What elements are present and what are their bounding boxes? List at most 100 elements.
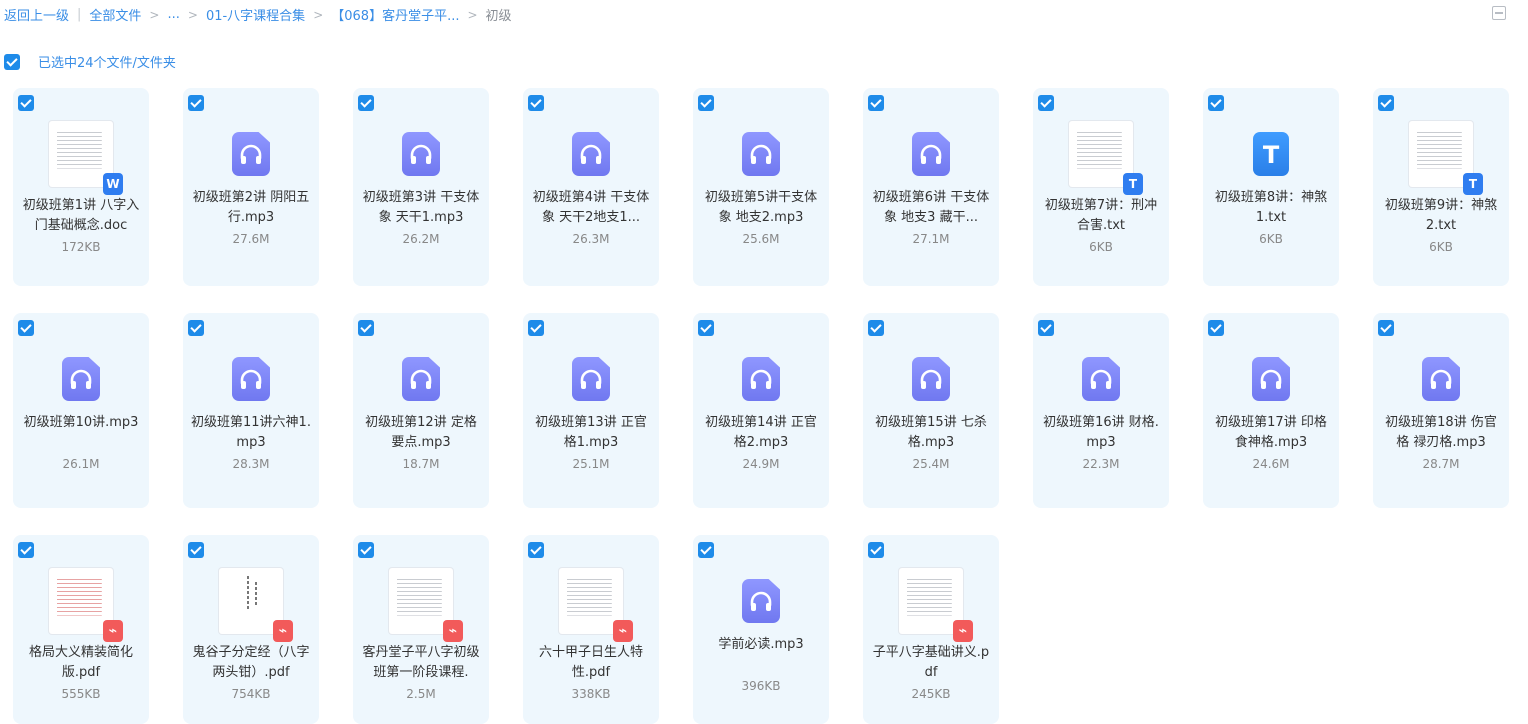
file-card[interactable]: 初级班第4讲 干支体象 天干2地支1... 26.3M <box>523 88 659 286</box>
file-checkbox[interactable] <box>528 542 544 558</box>
file-checkbox[interactable] <box>698 542 714 558</box>
file-checkbox[interactable] <box>188 320 204 336</box>
file-name: 初级班第18讲 伤官格 禄刃格.mp3 <box>1385 415 1497 450</box>
breadcrumb-current: 初级 <box>485 9 512 24</box>
file-checkbox[interactable] <box>1378 320 1394 336</box>
file-size: 2.5M <box>406 687 436 701</box>
file-checkbox[interactable] <box>868 542 884 558</box>
file-checkbox[interactable] <box>358 320 374 336</box>
file-card[interactable]: 初级班第11讲六神1.mp3 28.3M <box>183 313 319 508</box>
file-name: 初级班第10讲.mp3 <box>23 415 139 430</box>
top-bar: 返回上一级 | 全部文件 > ... > 01-八字课程合集 > 【068】客丹… <box>0 0 1528 30</box>
chevron-right-icon: > <box>187 7 198 22</box>
back-link[interactable]: 返回上一级 <box>4 5 69 24</box>
file-name: 初级班第15讲 七杀格.mp3 <box>875 415 987 450</box>
chevron-right-icon: > <box>313 7 324 22</box>
file-card[interactable]: 初级班第16讲 财格.mp3 22.3M <box>1033 313 1169 508</box>
file-card[interactable]: T 初级班第9讲：神煞2.txt 6KB <box>1373 88 1509 286</box>
pdf-icon: ⌁ <box>443 620 463 642</box>
file-size: 396KB <box>741 679 781 693</box>
file-card[interactable]: 初级班第17讲 印格食神格.mp3 24.6M <box>1203 313 1339 508</box>
audio-file-icon <box>912 357 950 401</box>
file-size: 338KB <box>571 687 611 701</box>
file-size: 27.1M <box>912 232 950 246</box>
file-checkbox[interactable] <box>528 95 544 111</box>
file-checkbox[interactable] <box>1208 320 1224 336</box>
file-card[interactable]: 初级班第6讲 干支体象 地支3 藏干... 27.1M <box>863 88 999 286</box>
audio-file-icon <box>742 132 780 176</box>
breadcrumb-ellipsis[interactable]: ... <box>167 7 179 22</box>
audio-file-icon <box>62 357 100 401</box>
file-card[interactable]: 初级班第3讲 干支体象 天干1.mp3 26.2M <box>353 88 489 286</box>
breadcrumb-folder-courses[interactable]: 01-八字课程合集 <box>206 5 305 24</box>
file-name: 子平八字基础讲义.pdf <box>872 645 990 680</box>
file-checkbox[interactable] <box>358 95 374 111</box>
file-name: 初级班第3讲 干支体象 天干1.mp3 <box>362 190 480 225</box>
file-size: 24.6M <box>1252 457 1290 471</box>
file-card[interactable]: W 初级班第1讲 八字入门基础概念.doc 172KB <box>13 88 149 286</box>
list-view-icon[interactable] <box>1492 6 1506 20</box>
file-checkbox[interactable] <box>18 542 34 558</box>
pdf-icon: ⌁ <box>613 620 633 642</box>
file-name: 初级班第17讲 印格食神格.mp3 <box>1215 415 1327 450</box>
file-checkbox[interactable] <box>358 542 374 558</box>
file-checkbox[interactable] <box>868 320 884 336</box>
text-file-icon: T <box>1463 173 1483 195</box>
file-card[interactable]: ⌁ 格局大义精装简化版.pdf 555KB <box>13 535 149 724</box>
file-size: 27.6M <box>232 232 270 246</box>
file-size: 25.1M <box>572 457 610 471</box>
file-checkbox[interactable] <box>1378 95 1394 111</box>
pdf-thumbnail: ⌁ <box>899 568 973 642</box>
file-card[interactable]: T 初级班第7讲：刑冲合害.txt 6KB <box>1033 88 1169 286</box>
file-checkbox[interactable] <box>1038 95 1054 111</box>
file-name: 初级班第1讲 八字入门基础概念.doc <box>22 198 140 233</box>
audio-file-icon <box>572 132 610 176</box>
file-checkbox[interactable] <box>528 320 544 336</box>
file-size: 555KB <box>61 687 101 701</box>
file-card[interactable]: T 初级班第8讲：神煞1.txt 6KB <box>1203 88 1339 286</box>
file-name: 格局大义精装简化版.pdf <box>28 645 133 680</box>
file-name: 初级班第11讲六神1.mp3 <box>191 415 311 450</box>
file-card[interactable]: 初级班第2讲 阴阳五行.mp3 27.6M <box>183 88 319 286</box>
file-checkbox[interactable] <box>868 95 884 111</box>
file-card[interactable]: 初级班第14讲 正官格2.mp3 24.9M <box>693 313 829 508</box>
file-checkbox[interactable] <box>18 320 34 336</box>
file-checkbox[interactable] <box>698 320 714 336</box>
file-card[interactable]: 学前必读.mp3 396KB <box>693 535 829 724</box>
file-checkbox[interactable] <box>188 95 204 111</box>
file-card[interactable]: ⌁ 鬼谷子分定经（八字两头钳）.pdf 754KB <box>183 535 319 724</box>
pdf-thumbnail: ⌁ <box>49 568 123 642</box>
file-card[interactable]: 初级班第5讲干支体象 地支2.mp3 25.6M <box>693 88 829 286</box>
file-card[interactable]: ⌁ 客丹堂子平八字初级班第一阶段课程. 2.5M <box>353 535 489 724</box>
audio-file-icon <box>232 132 270 176</box>
file-card[interactable]: 初级班第15讲 七杀格.mp3 25.4M <box>863 313 999 508</box>
file-name: 初级班第8讲：神煞1.txt <box>1214 190 1328 225</box>
doc-thumbnail: W <box>49 121 123 195</box>
file-card[interactable]: ⌁ 六十甲子日生人特性.pdf 338KB <box>523 535 659 724</box>
file-card[interactable]: 初级班第12讲 定格要点.mp3 18.7M <box>353 313 489 508</box>
file-checkbox[interactable] <box>698 95 714 111</box>
breadcrumb: 返回上一级 | 全部文件 > ... > 01-八字课程合集 > 【068】客丹… <box>4 5 512 24</box>
file-checkbox[interactable] <box>1038 320 1054 336</box>
breadcrumb-all-files[interactable]: 全部文件 <box>89 5 141 24</box>
file-checkbox[interactable] <box>1208 95 1224 111</box>
file-size: 754KB <box>231 687 271 701</box>
selection-count: 已选中24个文件/文件夹 <box>38 56 176 71</box>
select-all-checkbox[interactable] <box>4 53 20 70</box>
file-card[interactable]: 初级班第18讲 伤官格 禄刃格.mp3 28.7M <box>1373 313 1509 508</box>
breadcrumb-folder-068[interactable]: 【068】客丹堂子平... <box>331 5 459 24</box>
audio-file-icon <box>912 132 950 176</box>
file-card[interactable]: 初级班第10讲.mp3 26.1M <box>13 313 149 508</box>
txt-thumbnail: T <box>1069 121 1143 195</box>
file-card[interactable]: 初级班第13讲 正官格1.mp3 25.1M <box>523 313 659 508</box>
file-checkbox[interactable] <box>18 95 34 111</box>
file-name: 初级班第9讲：神煞2.txt <box>1384 198 1498 233</box>
file-size: 24.9M <box>742 457 780 471</box>
file-size: 25.4M <box>912 457 950 471</box>
file-size: 172KB <box>61 240 101 254</box>
audio-file-icon <box>1422 357 1460 401</box>
file-name: 六十甲子日生人特性.pdf <box>538 645 643 680</box>
file-card[interactable]: ⌁ 子平八字基础讲义.pdf 245KB <box>863 535 999 724</box>
file-checkbox[interactable] <box>188 542 204 558</box>
file-name: 初级班第16讲 财格.mp3 <box>1043 415 1159 450</box>
